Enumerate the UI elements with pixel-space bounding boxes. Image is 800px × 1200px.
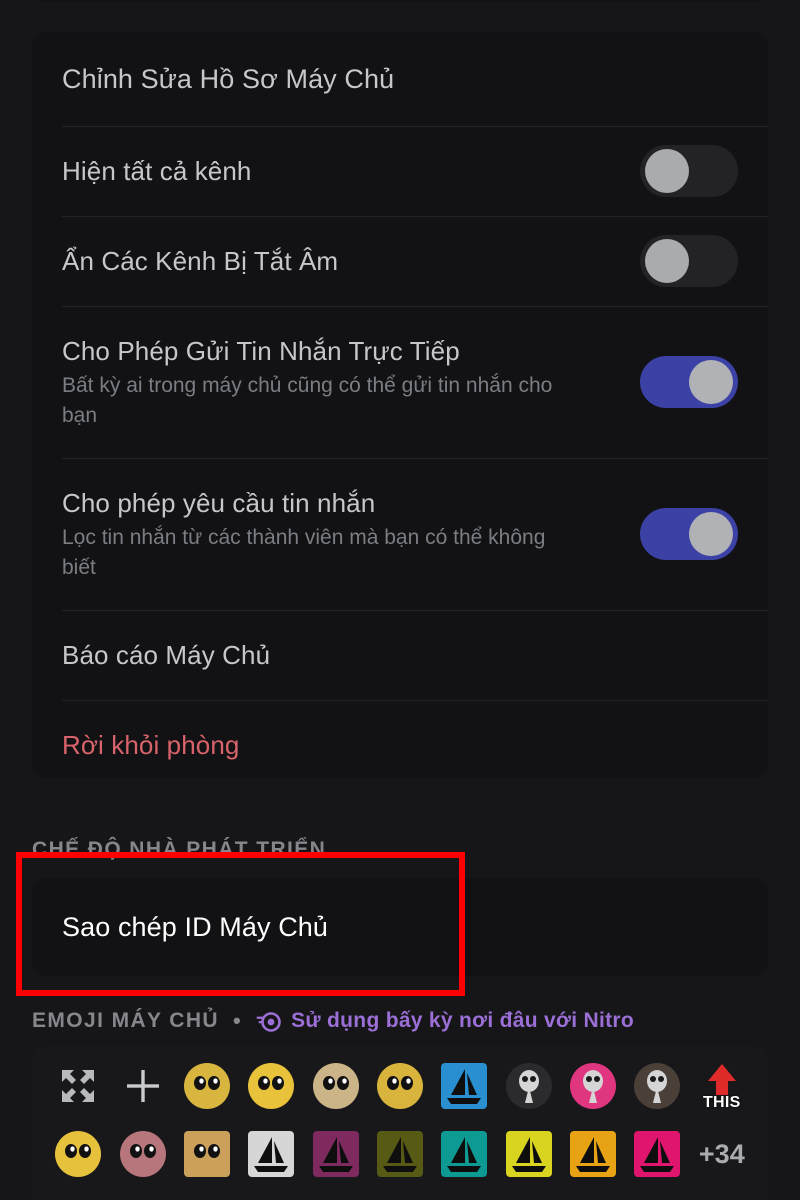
- emoji-image: [183, 1131, 230, 1177]
- server-settings-card: Chỉnh Sửa Hồ Sơ Máy Chủ Hiện tất cả kênh…: [32, 32, 768, 778]
- leave-server-row[interactable]: Rời khỏi phòng: [32, 700, 768, 790]
- emoji-image: [119, 1131, 166, 1177]
- hide-muted-channels-toggle[interactable]: [640, 235, 738, 287]
- emoji-sail-orange[interactable]: [561, 1126, 625, 1182]
- developer-mode-section-header: CHẾ ĐỘ NHÀ PHÁT TRIỂN: [32, 838, 327, 861]
- row-text-group: Hiện tất cả kênh: [62, 154, 640, 188]
- emoji-big-eyes[interactable]: [368, 1058, 432, 1114]
- emoji-sail-purple[interactable]: [303, 1126, 367, 1182]
- this-arrow-graphic: THIS: [698, 1061, 746, 1111]
- emoji-image: [505, 1063, 552, 1109]
- row-text-group: Báo cáo Máy Chủ: [62, 638, 738, 672]
- emoji-skull-heart[interactable]: [497, 1058, 561, 1114]
- emoji-plague-doctor[interactable]: [625, 1058, 689, 1114]
- report-server-row[interactable]: Báo cáo Máy Chủ: [32, 610, 768, 700]
- allow-direct-messages-label: Cho Phép Gửi Tin Nhắn Trực Tiếp: [62, 336, 460, 366]
- emoji-sail-teal[interactable]: [432, 1126, 496, 1182]
- server-emoji-section-header: EMOJI MÁY CHỦ • Sử dụng bấy kỳ nơi đâu v…: [32, 1008, 634, 1034]
- row-text-group: Ẩn Các Kênh Bị Tắt Âm: [62, 244, 640, 278]
- show-all-channels-label: Hiện tất cả kênh: [62, 156, 252, 186]
- show-all-channels-row[interactable]: Hiện tất cả kênh: [32, 126, 768, 216]
- emoji-image: [376, 1131, 423, 1177]
- copy-server-id-row[interactable]: Sao chép ID Máy Chủ: [32, 878, 768, 976]
- row-text-group: Chỉnh Sửa Hồ Sơ Máy Chủ: [62, 62, 738, 96]
- report-server-label: Báo cáo Máy Chủ: [62, 640, 271, 670]
- emoji-image: [441, 1131, 488, 1177]
- toggle-knob: [645, 239, 689, 283]
- edit-server-profile-label: Chỉnh Sửa Hồ Sơ Máy Chủ: [62, 64, 395, 94]
- emoji-crying-figure[interactable]: [303, 1058, 367, 1114]
- emoji-image: [312, 1063, 359, 1109]
- emoji-image: [312, 1131, 359, 1177]
- server-emoji-label: EMOJI MÁY CHỦ: [32, 1009, 219, 1032]
- toggle-knob: [689, 512, 733, 556]
- allow-message-requests-label: Cho phép yêu cầu tin nhắn: [62, 488, 376, 518]
- allow-direct-messages-description: Bất kỳ ai trong máy chủ cũng có thể gửi …: [62, 374, 553, 427]
- emoji-blush-eyes[interactable]: [239, 1058, 303, 1114]
- allow-message-requests-description: Lọc tin nhắn từ các thành viên mà bạn có…: [62, 526, 546, 579]
- emoji-image: [183, 1063, 230, 1109]
- row-text-group: Cho Phép Gửi Tin Nhắn Trực Tiếp Bất kỳ a…: [62, 334, 640, 431]
- add-emoji-icon[interactable]: [110, 1058, 174, 1114]
- allow-direct-messages-toggle[interactable]: [640, 356, 738, 408]
- nitro-icon: [256, 1009, 282, 1035]
- row-text-group: Rời khỏi phòng: [62, 728, 738, 762]
- row-text-group: Sao chép ID Máy Chủ: [62, 910, 738, 944]
- toggle-knob: [645, 149, 689, 193]
- emoji-sail-pink[interactable]: [625, 1126, 689, 1182]
- allow-message-requests-toggle[interactable]: [640, 508, 738, 560]
- emoji-pleading-face[interactable]: [46, 1126, 110, 1182]
- edit-server-profile-row[interactable]: Chỉnh Sửa Hồ Sơ Máy Chủ: [32, 32, 768, 126]
- copy-server-id-card: Sao chép ID Máy Chủ: [32, 878, 768, 976]
- emoji-image: [634, 1131, 681, 1177]
- emoji-brain-creature[interactable]: [110, 1126, 174, 1182]
- emoji-plague-rainbow[interactable]: [561, 1058, 625, 1114]
- emoji-this-arrow[interactable]: THIS: [690, 1058, 754, 1114]
- toggle-knob: [689, 360, 733, 404]
- emoji-sail-white[interactable]: [239, 1126, 303, 1182]
- emoji-image: [248, 1063, 295, 1109]
- emoji-overflow-count[interactable]: +34: [690, 1126, 754, 1182]
- server-emoji-card: THIS +34: [32, 1046, 768, 1200]
- emoji-image: [634, 1063, 681, 1109]
- emoji-grid: THIS +34: [46, 1058, 754, 1182]
- emoji-sail-yellow[interactable]: [497, 1126, 561, 1182]
- hide-muted-channels-row[interactable]: Ẩn Các Kênh Bị Tắt Âm: [32, 216, 768, 306]
- emoji-image: [376, 1063, 423, 1109]
- row-text-group: Cho phép yêu cầu tin nhắn Lọc tin nhắn t…: [62, 486, 640, 583]
- emoji-image: [570, 1063, 617, 1109]
- app-screen: Chỉnh Sửa Hồ Sơ Máy Chủ Hiện tất cả kênh…: [0, 0, 800, 1200]
- emoji-spongebob-eyes[interactable]: [175, 1058, 239, 1114]
- show-all-channels-toggle[interactable]: [640, 145, 738, 197]
- expand-icon[interactable]: [46, 1058, 110, 1114]
- emoji-sail-olive[interactable]: [368, 1126, 432, 1182]
- emoji-sail-blue[interactable]: [432, 1058, 496, 1114]
- copy-server-id-label: Sao chép ID Máy Chủ: [62, 912, 329, 942]
- emoji-image: [55, 1131, 102, 1177]
- allow-direct-messages-row[interactable]: Cho Phép Gửi Tin Nhắn Trực Tiếp Bất kỳ a…: [32, 306, 768, 458]
- emoji-image: [441, 1063, 488, 1109]
- previous-card-sliver: [32, 0, 768, 2]
- separator-dot: •: [233, 1008, 243, 1033]
- emoji-image: [570, 1131, 617, 1177]
- nitro-promo-text[interactable]: Sử dụng bấy kỳ nơi đâu với Nitro: [291, 1009, 634, 1033]
- emoji-image: [248, 1131, 295, 1177]
- emoji-image: [505, 1131, 552, 1177]
- leave-server-label: Rời khỏi phòng: [62, 730, 240, 760]
- hide-muted-channels-label: Ẩn Các Kênh Bị Tắt Âm: [62, 246, 339, 276]
- emoji-overflow-label: +34: [698, 1138, 745, 1169]
- emoji-lamp-eyes[interactable]: [175, 1126, 239, 1182]
- allow-message-requests-row[interactable]: Cho phép yêu cầu tin nhắn Lọc tin nhắn t…: [32, 458, 768, 610]
